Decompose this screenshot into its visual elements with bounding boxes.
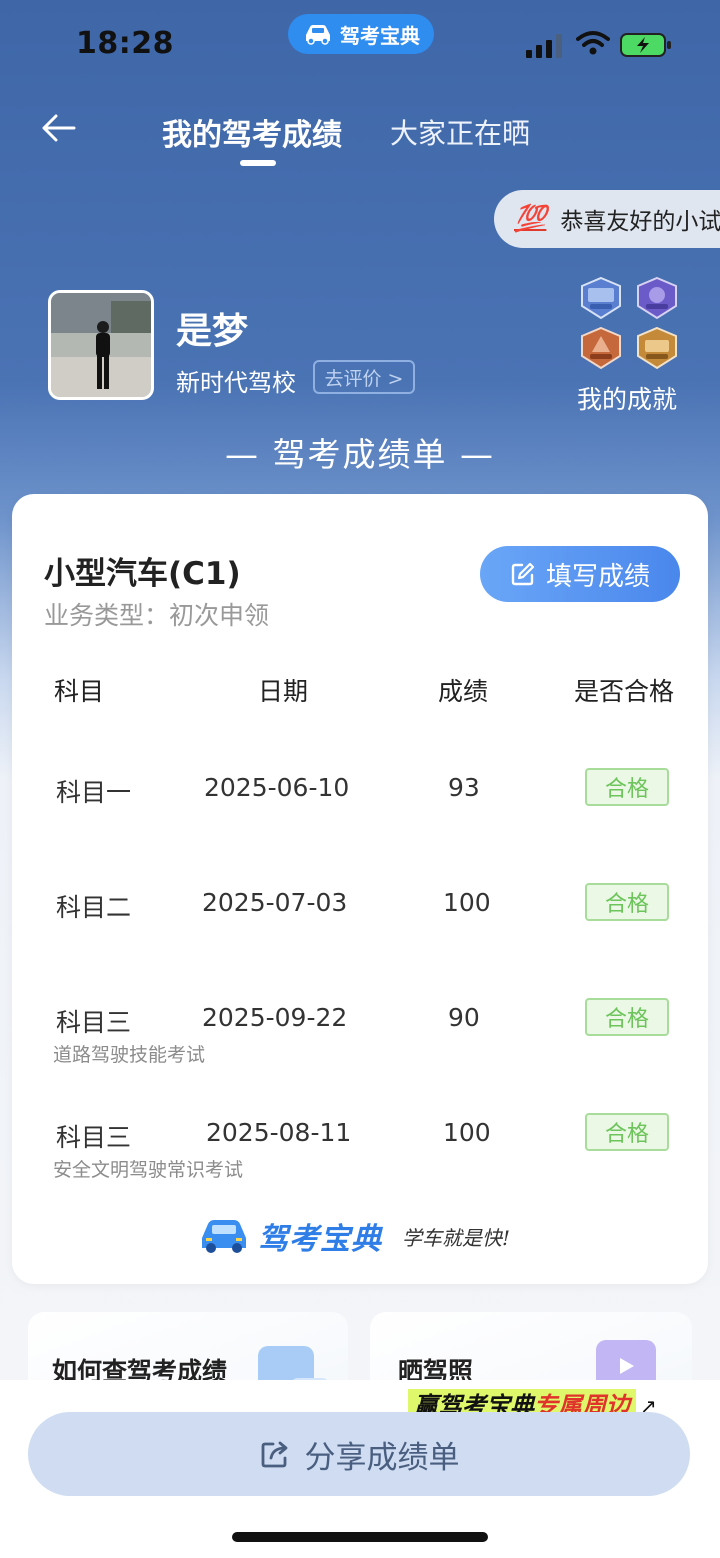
row-3-date: 2025-09-22 — [202, 1003, 348, 1032]
review-school-button[interactable]: 去评价 > — [313, 360, 415, 394]
row-3-note: 道路驾驶技能考试 — [53, 1044, 206, 1066]
badge-subject-4-icon — [637, 326, 677, 370]
badge-subject-1-icon — [581, 276, 621, 320]
brand-car-logo-icon — [202, 1220, 246, 1253]
header-date: 日期 — [258, 677, 309, 706]
row-2-pass-badge: 合格 — [585, 883, 669, 921]
share-icon — [261, 1441, 287, 1468]
tab-everyone-sharing[interactable]: 大家正在晒 — [390, 112, 530, 152]
car-icon — [306, 25, 330, 45]
avatar[interactable] — [48, 290, 154, 400]
row-2-score: 100 — [443, 888, 491, 917]
brand-slogan: 学车就是快! — [402, 1225, 511, 1250]
congrats-ticker[interactable]: 💯 恭喜友好的小试 — [494, 190, 720, 248]
row-1-date: 2025-06-10 — [204, 773, 350, 802]
app-indicator-pill: 驾考宝典 — [288, 14, 434, 54]
congrats-text: 恭喜友好的小试 — [560, 209, 720, 235]
row-3-pass-badge: 合格 — [585, 998, 669, 1036]
license-type: 小型汽车(C1) — [44, 556, 241, 592]
back-arrow-icon[interactable] — [38, 108, 78, 148]
row-1-subject: 科目一 — [56, 778, 132, 807]
battery-charging-icon — [620, 33, 671, 57]
score-sheet-title: — 驾考成绩单 — — [225, 435, 495, 474]
user-name: 是梦 — [176, 311, 249, 352]
achievement-badges[interactable] — [578, 276, 684, 370]
row-1-score: 93 — [448, 773, 480, 802]
driving-school-name: 新时代驾校 — [176, 369, 296, 397]
brand-footer: 驾考宝典 学车就是快! — [196, 1214, 510, 1258]
header-subject: 科目 — [54, 677, 105, 706]
tab-my-scores[interactable]: 我的驾考成绩 — [162, 110, 342, 154]
wifi-icon — [576, 31, 610, 55]
cellular-signal-icon — [526, 34, 562, 58]
header-pass: 是否合格 — [574, 677, 675, 706]
row-3-subject: 科目三 — [56, 1008, 132, 1037]
status-time: 18:28 — [76, 26, 174, 61]
row-4-pass-badge: 合格 — [585, 1113, 669, 1151]
row-2-subject: 科目二 — [56, 893, 132, 922]
badge-subject-3-icon — [581, 326, 621, 370]
badge-subject-2-icon — [637, 276, 677, 320]
share-score-sheet-button[interactable]: 分享成绩单 — [28, 1412, 690, 1496]
row-1-pass-badge: 合格 — [585, 768, 669, 806]
my-achievements-label[interactable]: 我的成就 — [577, 380, 677, 416]
row-4-subject: 科目三 — [56, 1123, 132, 1152]
business-type: 业务类型：初次申领 — [44, 601, 270, 630]
fill-scores-label: 填写成绩 — [545, 561, 650, 592]
row-4-note: 安全文明驾驶常识考试 — [53, 1159, 244, 1181]
avatar-photo — [51, 293, 151, 397]
row-4-date: 2025-08-11 — [206, 1118, 352, 1147]
active-tab-indicator — [240, 160, 276, 166]
fill-scores-button[interactable]: 填写成绩 — [480, 546, 680, 602]
row-2-date: 2025-07-03 — [202, 888, 348, 917]
brand-name: 驾考宝典 — [258, 1222, 382, 1257]
row-3-score: 90 — [448, 1003, 480, 1032]
row-4-score: 100 — [443, 1118, 491, 1147]
share-button-label: 分享成绩单 — [304, 1439, 460, 1476]
header-score: 成绩 — [438, 677, 489, 706]
home-indicator[interactable] — [232, 1532, 488, 1542]
app-name: 驾考宝典 — [340, 23, 420, 48]
hundred-points-icon: 💯 — [514, 204, 547, 234]
edit-icon — [511, 562, 535, 586]
